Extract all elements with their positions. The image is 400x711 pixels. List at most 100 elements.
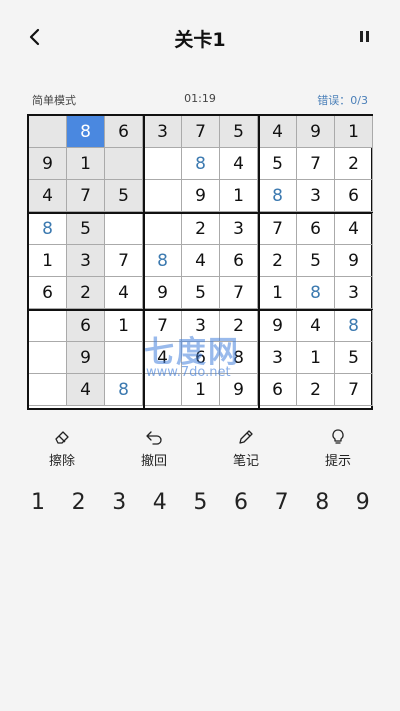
sudoku-cell[interactable]: 4: [29, 180, 67, 212]
pause-icon: [366, 31, 369, 42]
notes-button[interactable]: 笔记: [208, 428, 284, 474]
sudoku-cell[interactable]: 8: [67, 116, 105, 148]
sudoku-cell[interactable]: 7: [259, 213, 297, 245]
sudoku-cell[interactable]: [144, 180, 182, 212]
sudoku-cell[interactable]: 1: [67, 148, 105, 180]
sudoku-cell[interactable]: 6: [259, 374, 297, 406]
number-key[interactable]: 4: [145, 486, 175, 520]
sudoku-cell[interactable]: 5: [220, 116, 258, 148]
error-counter: 错误：0/3: [317, 94, 368, 107]
sudoku-cell[interactable]: 7: [105, 245, 143, 277]
sudoku-cell[interactable]: 4: [220, 148, 258, 180]
sudoku-cell[interactable]: 4: [182, 245, 220, 277]
sudoku-cell[interactable]: [105, 148, 143, 180]
pause-button[interactable]: [358, 29, 372, 45]
sudoku-cell[interactable]: 8: [144, 245, 182, 277]
sudoku-cell[interactable]: 8: [105, 374, 143, 406]
hint-label: 提示: [324, 454, 351, 469]
number-key[interactable]: 8: [307, 486, 337, 520]
sudoku-cell[interactable]: 5: [182, 277, 220, 309]
number-key[interactable]: 3: [104, 486, 134, 520]
sudoku-cell[interactable]: 4: [259, 116, 297, 148]
sudoku-cell[interactable]: 5: [335, 342, 373, 374]
sudoku-cell[interactable]: 2: [67, 277, 105, 309]
sudoku-cell[interactable]: 1: [259, 277, 297, 309]
sudoku-cell[interactable]: 3: [67, 245, 105, 277]
sudoku-cell[interactable]: 6: [297, 213, 335, 245]
sudoku-cell[interactable]: 6: [67, 310, 105, 342]
sudoku-cell[interactable]: 1: [220, 180, 258, 212]
number-key[interactable]: 6: [226, 486, 256, 520]
sudoku-cell[interactable]: [144, 213, 182, 245]
sudoku-cell[interactable]: 3: [297, 180, 335, 212]
sudoku-cell[interactable]: 3: [182, 310, 220, 342]
sudoku-cell[interactable]: 2: [182, 213, 220, 245]
sudoku-cell[interactable]: 7: [144, 310, 182, 342]
sudoku-cell[interactable]: 5: [105, 180, 143, 212]
sudoku-cell[interactable]: 1: [29, 245, 67, 277]
sudoku-cell[interactable]: 5: [297, 245, 335, 277]
erase-button[interactable]: 擦除: [24, 428, 100, 474]
sudoku-cell[interactable]: 9: [220, 374, 258, 406]
sudoku-cell[interactable]: 8: [259, 180, 297, 212]
number-key[interactable]: 2: [64, 486, 94, 520]
number-pad: 123456789: [0, 486, 400, 520]
sudoku-cell[interactable]: 3: [259, 342, 297, 374]
sudoku-cell[interactable]: [144, 148, 182, 180]
sudoku-cell[interactable]: 8: [29, 213, 67, 245]
sudoku-cell[interactable]: 2: [259, 245, 297, 277]
sudoku-cell[interactable]: 3: [220, 213, 258, 245]
sudoku-cell[interactable]: [29, 342, 67, 374]
sudoku-cell[interactable]: 1: [297, 342, 335, 374]
sudoku-cell[interactable]: 8: [182, 148, 220, 180]
number-key[interactable]: 9: [348, 486, 378, 520]
sudoku-cell[interactable]: 9: [67, 342, 105, 374]
sudoku-cell[interactable]: 6: [29, 277, 67, 309]
number-key[interactable]: 1: [23, 486, 53, 520]
sudoku-cell[interactable]: 7: [297, 148, 335, 180]
number-key[interactable]: 5: [185, 486, 215, 520]
sudoku-cell[interactable]: 2: [297, 374, 335, 406]
sudoku-cell[interactable]: 4: [335, 213, 373, 245]
sudoku-cell[interactable]: 8: [335, 310, 373, 342]
sudoku-cell[interactable]: [29, 116, 67, 148]
number-key[interactable]: 7: [267, 486, 297, 520]
sudoku-cell[interactable]: [105, 213, 143, 245]
sudoku-cell[interactable]: 4: [105, 277, 143, 309]
sudoku-cell[interactable]: 7: [220, 277, 258, 309]
hint-button[interactable]: 提示: [300, 428, 376, 474]
sudoku-cell[interactable]: [29, 310, 67, 342]
header: 关卡1: [0, 0, 400, 76]
sudoku-cell[interactable]: 5: [67, 213, 105, 245]
sudoku-cell[interactable]: 9: [182, 180, 220, 212]
sudoku-cell[interactable]: 5: [259, 148, 297, 180]
sudoku-cell[interactable]: [29, 374, 67, 406]
sudoku-cell[interactable]: 4: [144, 342, 182, 374]
undo-button[interactable]: 撤回: [116, 428, 192, 474]
sudoku-cell[interactable]: 7: [182, 116, 220, 148]
sudoku-cell[interactable]: 3: [335, 277, 373, 309]
sudoku-cell[interactable]: 6: [182, 342, 220, 374]
sudoku-cell[interactable]: 9: [29, 148, 67, 180]
sudoku-cell[interactable]: 6: [105, 116, 143, 148]
sudoku-cell[interactable]: 9: [259, 310, 297, 342]
sudoku-cell[interactable]: 1: [105, 310, 143, 342]
sudoku-cell[interactable]: 9: [144, 277, 182, 309]
sudoku-cell[interactable]: 1: [335, 116, 373, 148]
sudoku-cell[interactable]: 9: [297, 116, 335, 148]
sudoku-cell[interactable]: 4: [67, 374, 105, 406]
sudoku-cell[interactable]: [105, 342, 143, 374]
sudoku-cell[interactable]: 4: [297, 310, 335, 342]
sudoku-cell[interactable]: 8: [220, 342, 258, 374]
sudoku-cell[interactable]: 2: [335, 148, 373, 180]
sudoku-cell[interactable]: 2: [220, 310, 258, 342]
sudoku-cell[interactable]: 8: [297, 277, 335, 309]
sudoku-cell[interactable]: [144, 374, 182, 406]
sudoku-cell[interactable]: 3: [144, 116, 182, 148]
sudoku-cell[interactable]: 1: [182, 374, 220, 406]
sudoku-cell[interactable]: 7: [335, 374, 373, 406]
sudoku-cell[interactable]: 7: [67, 180, 105, 212]
sudoku-cell[interactable]: 9: [335, 245, 373, 277]
sudoku-cell[interactable]: 6: [220, 245, 258, 277]
sudoku-cell[interactable]: 6: [335, 180, 373, 212]
